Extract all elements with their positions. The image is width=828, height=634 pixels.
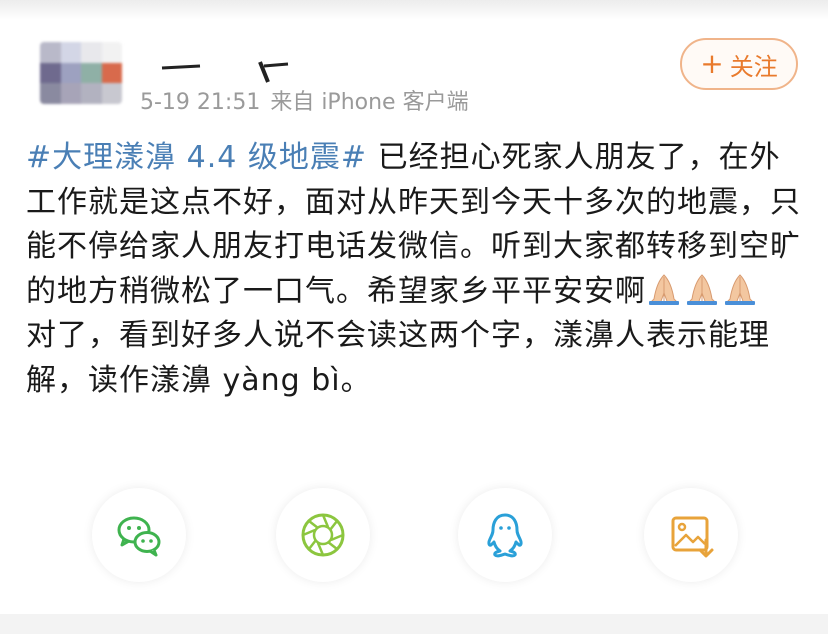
save-image-button[interactable] (644, 488, 738, 582)
hashtag-link[interactable]: #大理漾濞 4.4 级地震# (26, 140, 367, 175)
follow-button[interactable]: + 关注 (680, 38, 798, 90)
praying-hands-icon (724, 273, 756, 305)
share-bar (92, 488, 742, 584)
save-image-icon (671, 516, 714, 558)
post-text-2: 对了，看到好多人说不会读这两个字，漾濞人表示能理解，读作漾濞 yàng bì。 (26, 318, 770, 398)
post-source: 来自 iPhone 客户端 (270, 90, 469, 115)
follow-label: 关注 (729, 52, 778, 81)
praying-hands-emoji (646, 271, 758, 307)
moments-icon (301, 513, 345, 557)
praying-hands-icon (648, 273, 680, 305)
avatar[interactable] (40, 42, 122, 104)
wechat-icon (117, 516, 161, 557)
post-meta: 5-19 21:51 来自 iPhone 客户端 (140, 84, 469, 116)
praying-hands-icon (686, 273, 718, 305)
bottom-edge (0, 614, 828, 634)
post-timestamp: 5-19 21:51 (140, 90, 261, 115)
plus-icon: + (700, 47, 724, 80)
post-body: #大理漾濞 4.4 级地震# 已经担心死家人朋友了，在外工作就是这点不好，面对从… (26, 136, 806, 403)
qq-icon (487, 513, 523, 558)
top-edge (0, 0, 828, 20)
share-qq-button[interactable] (458, 488, 552, 582)
share-wechat-button[interactable] (92, 488, 186, 582)
share-moments-button[interactable] (276, 488, 370, 582)
